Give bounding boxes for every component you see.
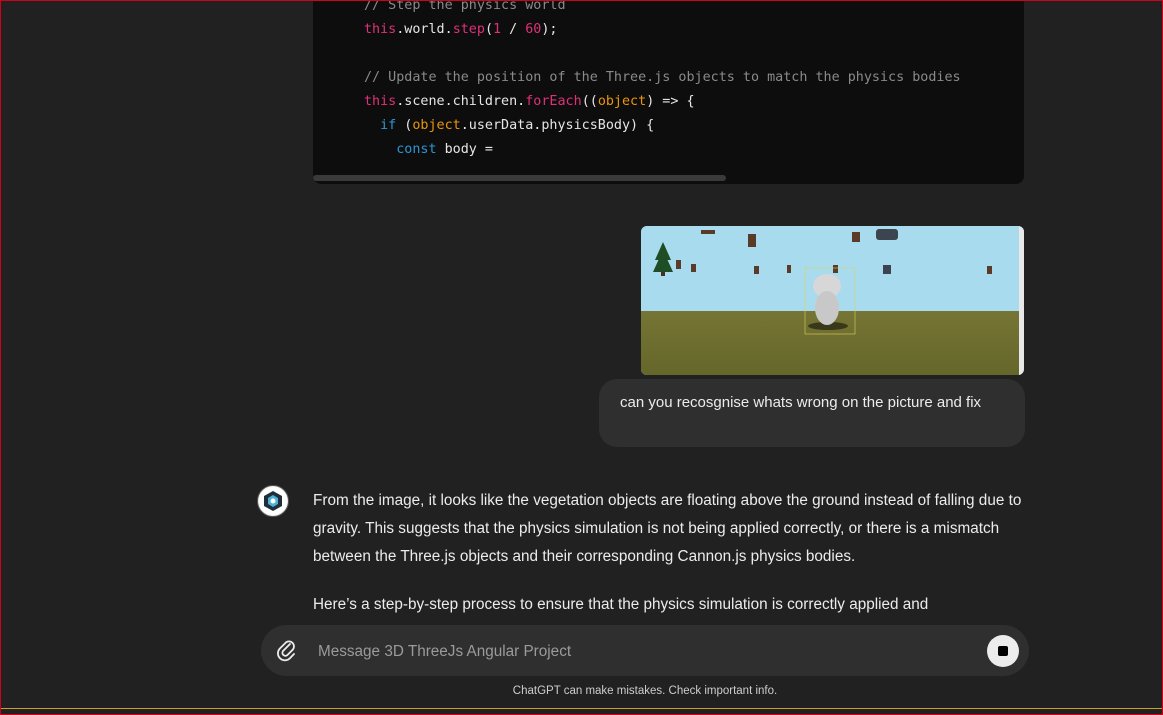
code-token: object [412,118,461,133]
code-line: this.scene.children.forEach((object) => … [364,90,961,114]
code-line: if (object.userData.physicsBody) { [364,114,961,138]
code-token: .scene.children. [396,94,526,109]
code-block: // Step the physics world this.world.step… [313,0,1024,184]
code-token: body = [436,142,493,157]
paperclip-icon[interactable] [276,638,298,662]
code-token: ( [484,22,493,37]
code-content: // Step the physics world this.world.step… [364,0,961,162]
stop-icon [998,646,1008,656]
assistant-avatar-icon [257,485,289,517]
disclaimer-text: ChatGPT can make mistakes. Check importa… [512,685,778,697]
code-token: if [380,118,397,133]
code-token: // Step the physics world [364,0,566,13]
code-token: this [364,22,397,37]
bottom-divider [0,708,1163,709]
code-token: forEach [525,94,582,109]
code-token: this [364,94,397,109]
code-token: 60 [525,22,542,37]
code-line: // Step the physics world [364,0,961,18]
code-line: // Update the position of the Three.js o… [364,66,961,90]
code-token: object [597,94,647,109]
code-token: 1 [493,22,502,37]
code-token: .world. [396,22,453,37]
message-composer [261,625,1029,676]
assistant-paragraph: Here’s a step-by-step process to ensure … [313,596,929,613]
message-input[interactable] [316,638,960,666]
scene-render [641,226,1024,375]
code-token: / [501,22,526,37]
code-token: ( [396,118,413,133]
assistant-paragraph: From the image, it looks like the vegeta… [313,492,1022,565]
code-horizontal-scrollbar[interactable] [313,175,726,181]
uploaded-screenshot-image[interactable] [641,226,1024,375]
code-token: .userData.physicsBody) { [460,118,655,133]
code-token: // Update the position of the Three.js o… [364,70,961,85]
user-message-bubble: can you recosgnise whats wrong on the pi… [599,379,1025,447]
code-token: ); [541,22,558,37]
code-line: this.world.step(1 / 60); [364,18,961,42]
user-message-text: can you recosgnise whats wrong on the pi… [620,394,982,411]
assistant-message: From the image, it looks like the vegeta… [313,487,1023,639]
stop-generating-button[interactable] [987,635,1019,667]
code-token: const [396,142,437,157]
code-token: ) => { [646,94,695,109]
code-line: const body = [364,138,961,162]
code-token: step [452,22,485,37]
code-token: (( [581,94,598,109]
